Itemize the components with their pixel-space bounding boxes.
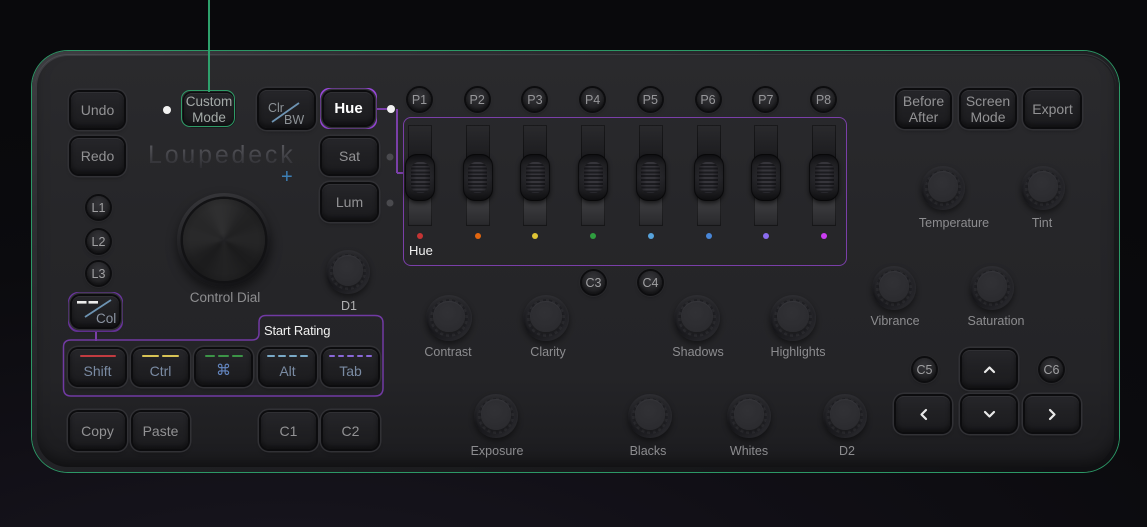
svg-text:Clr: Clr: [268, 101, 284, 115]
svg-text:BW: BW: [284, 113, 304, 127]
svg-text:Col: Col: [96, 311, 116, 326]
